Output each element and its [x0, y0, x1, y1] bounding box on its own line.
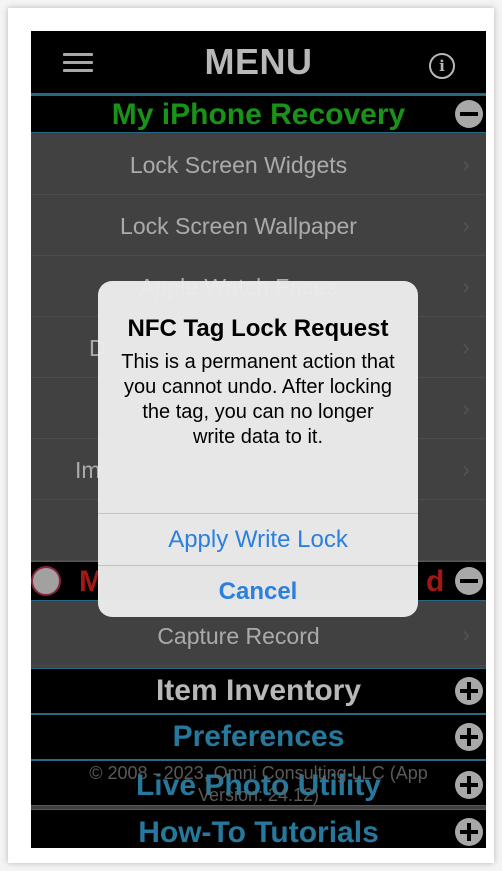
alert-message: This is a permanent action that you cann…	[121, 351, 395, 448]
nfc-lock-alert-dialog: NFC Tag Lock Request This is a permanent…	[98, 281, 418, 617]
apply-write-lock-button[interactable]: Apply Write Lock	[98, 514, 418, 565]
cancel-button[interactable]: Cancel	[98, 566, 418, 617]
phone-screen: MENU i My iPhone Recovery Lock Screen Wi…	[31, 31, 486, 848]
alert-title: NFC Tag Lock Request	[127, 315, 389, 342]
